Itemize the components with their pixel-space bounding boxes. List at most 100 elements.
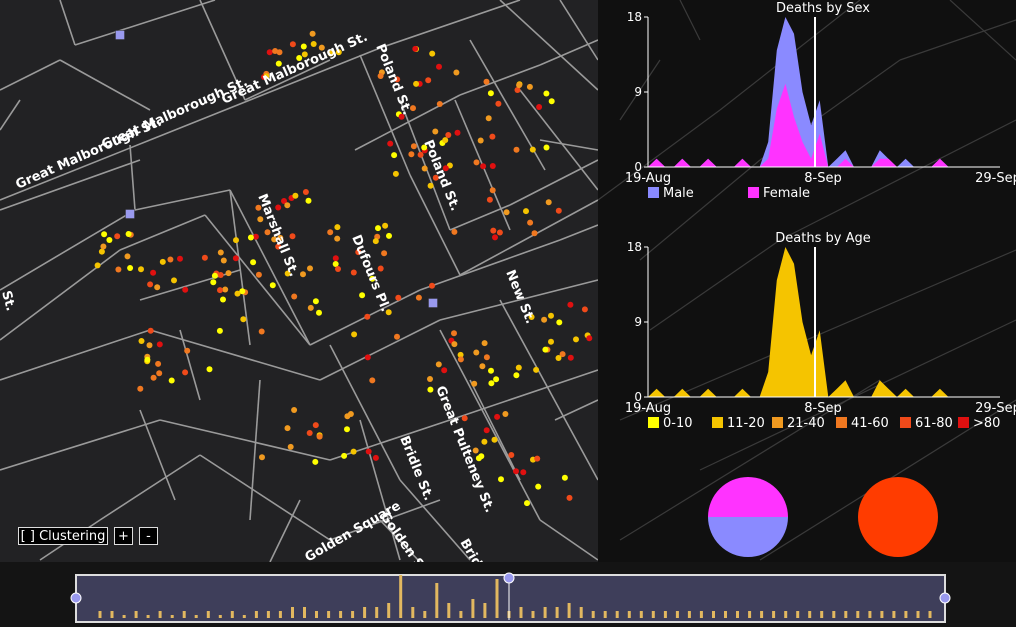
death-marker[interactable] <box>216 327 223 334</box>
death-marker[interactable] <box>488 367 494 374</box>
death-marker[interactable] <box>156 370 163 377</box>
death-marker[interactable] <box>534 455 541 462</box>
death-marker[interactable] <box>159 258 166 265</box>
death-marker[interactable] <box>138 266 144 273</box>
death-marker[interactable] <box>250 259 257 266</box>
death-marker[interactable] <box>429 50 436 57</box>
death-marker[interactable] <box>471 380 478 387</box>
death-marker[interactable] <box>543 90 550 97</box>
timeline-start-handle[interactable] <box>70 592 82 604</box>
death-marker[interactable] <box>252 233 259 240</box>
death-marker[interactable] <box>332 255 339 262</box>
death-marker[interactable] <box>427 376 433 382</box>
death-marker[interactable] <box>364 313 371 320</box>
death-marker[interactable] <box>513 146 520 153</box>
death-marker[interactable] <box>167 256 174 263</box>
death-marker[interactable] <box>386 232 392 239</box>
death-marker[interactable] <box>451 330 457 337</box>
death-marker[interactable] <box>394 333 400 340</box>
death-marker[interactable] <box>536 104 543 110</box>
death-marker[interactable] <box>284 425 291 432</box>
death-marker[interactable] <box>316 433 323 440</box>
death-marker[interactable] <box>561 474 568 481</box>
death-marker[interactable] <box>225 270 232 277</box>
death-marker[interactable] <box>533 366 540 373</box>
death-marker[interactable] <box>269 282 276 289</box>
death-marker[interactable] <box>156 341 163 348</box>
death-marker[interactable] <box>147 327 154 334</box>
death-marker[interactable] <box>410 143 417 150</box>
death-marker[interactable] <box>445 132 452 138</box>
death-marker[interactable] <box>392 170 399 177</box>
death-marker[interactable] <box>477 137 484 144</box>
death-marker[interactable] <box>485 115 492 122</box>
death-marker[interactable] <box>334 224 341 231</box>
death-marker[interactable] <box>495 100 502 107</box>
death-marker[interactable] <box>453 69 460 76</box>
death-marker[interactable] <box>442 137 449 144</box>
death-marker[interactable] <box>272 48 279 54</box>
timeline-end-handle[interactable] <box>939 592 951 604</box>
death-marker[interactable] <box>350 269 357 276</box>
death-marker[interactable] <box>171 277 177 284</box>
death-marker[interactable] <box>454 129 461 136</box>
death-marker[interactable] <box>292 192 299 199</box>
death-marker[interactable] <box>473 349 480 356</box>
death-marker[interactable] <box>556 319 563 326</box>
death-marker[interactable] <box>137 385 144 392</box>
death-marker[interactable] <box>566 494 573 501</box>
death-marker[interactable] <box>305 197 312 204</box>
death-marker[interactable] <box>492 234 498 241</box>
death-marker[interactable] <box>312 298 319 305</box>
death-marker[interactable] <box>101 231 108 238</box>
death-marker[interactable] <box>395 294 402 301</box>
death-marker[interactable] <box>545 199 552 206</box>
death-marker[interactable] <box>548 98 555 105</box>
death-marker[interactable] <box>483 427 490 434</box>
death-marker[interactable] <box>516 82 523 89</box>
death-marker[interactable] <box>182 369 189 376</box>
death-marker[interactable] <box>300 43 307 50</box>
death-marker[interactable] <box>94 262 101 269</box>
death-marker[interactable] <box>201 254 208 261</box>
zoom-out-button[interactable]: - <box>139 527 158 545</box>
death-marker[interactable] <box>365 448 372 455</box>
death-marker[interactable] <box>302 189 309 195</box>
death-marker[interactable] <box>335 266 341 272</box>
death-marker[interactable] <box>220 257 227 264</box>
death-marker[interactable] <box>372 454 379 461</box>
death-marker[interactable] <box>548 338 554 345</box>
death-marker[interactable] <box>287 443 294 450</box>
death-marker[interactable] <box>490 227 497 234</box>
death-marker[interactable] <box>483 78 490 85</box>
death-marker[interactable] <box>387 140 394 147</box>
death-marker[interactable] <box>391 152 398 159</box>
death-marker[interactable] <box>531 230 538 237</box>
death-marker[interactable] <box>211 272 218 279</box>
death-marker[interactable] <box>327 229 334 236</box>
death-marker[interactable] <box>451 341 458 348</box>
death-marker[interactable] <box>255 271 262 278</box>
death-marker[interactable] <box>146 342 153 349</box>
death-marker[interactable] <box>429 282 435 289</box>
death-marker[interactable] <box>382 222 389 229</box>
death-marker[interactable] <box>259 454 265 461</box>
death-marker[interactable] <box>351 331 358 338</box>
death-marker[interactable] <box>415 294 422 301</box>
water-pump-marker[interactable] <box>115 30 125 40</box>
death-marker[interactable] <box>289 41 296 48</box>
death-marker[interactable] <box>489 187 496 194</box>
death-marker[interactable] <box>147 281 154 288</box>
death-marker[interactable] <box>567 301 574 308</box>
timeline-slider[interactable] <box>0 562 1016 627</box>
death-marker[interactable] <box>369 377 376 384</box>
death-marker[interactable] <box>489 133 496 140</box>
clustering-toggle[interactable]: [ ] Clustering <box>18 527 108 545</box>
death-marker[interactable] <box>573 336 579 343</box>
death-marker[interactable] <box>258 328 265 335</box>
death-marker[interactable] <box>529 146 536 153</box>
death-marker[interactable] <box>182 286 189 293</box>
death-marker[interactable] <box>432 128 439 135</box>
death-marker[interactable] <box>513 468 519 475</box>
death-marker[interactable] <box>347 411 354 417</box>
